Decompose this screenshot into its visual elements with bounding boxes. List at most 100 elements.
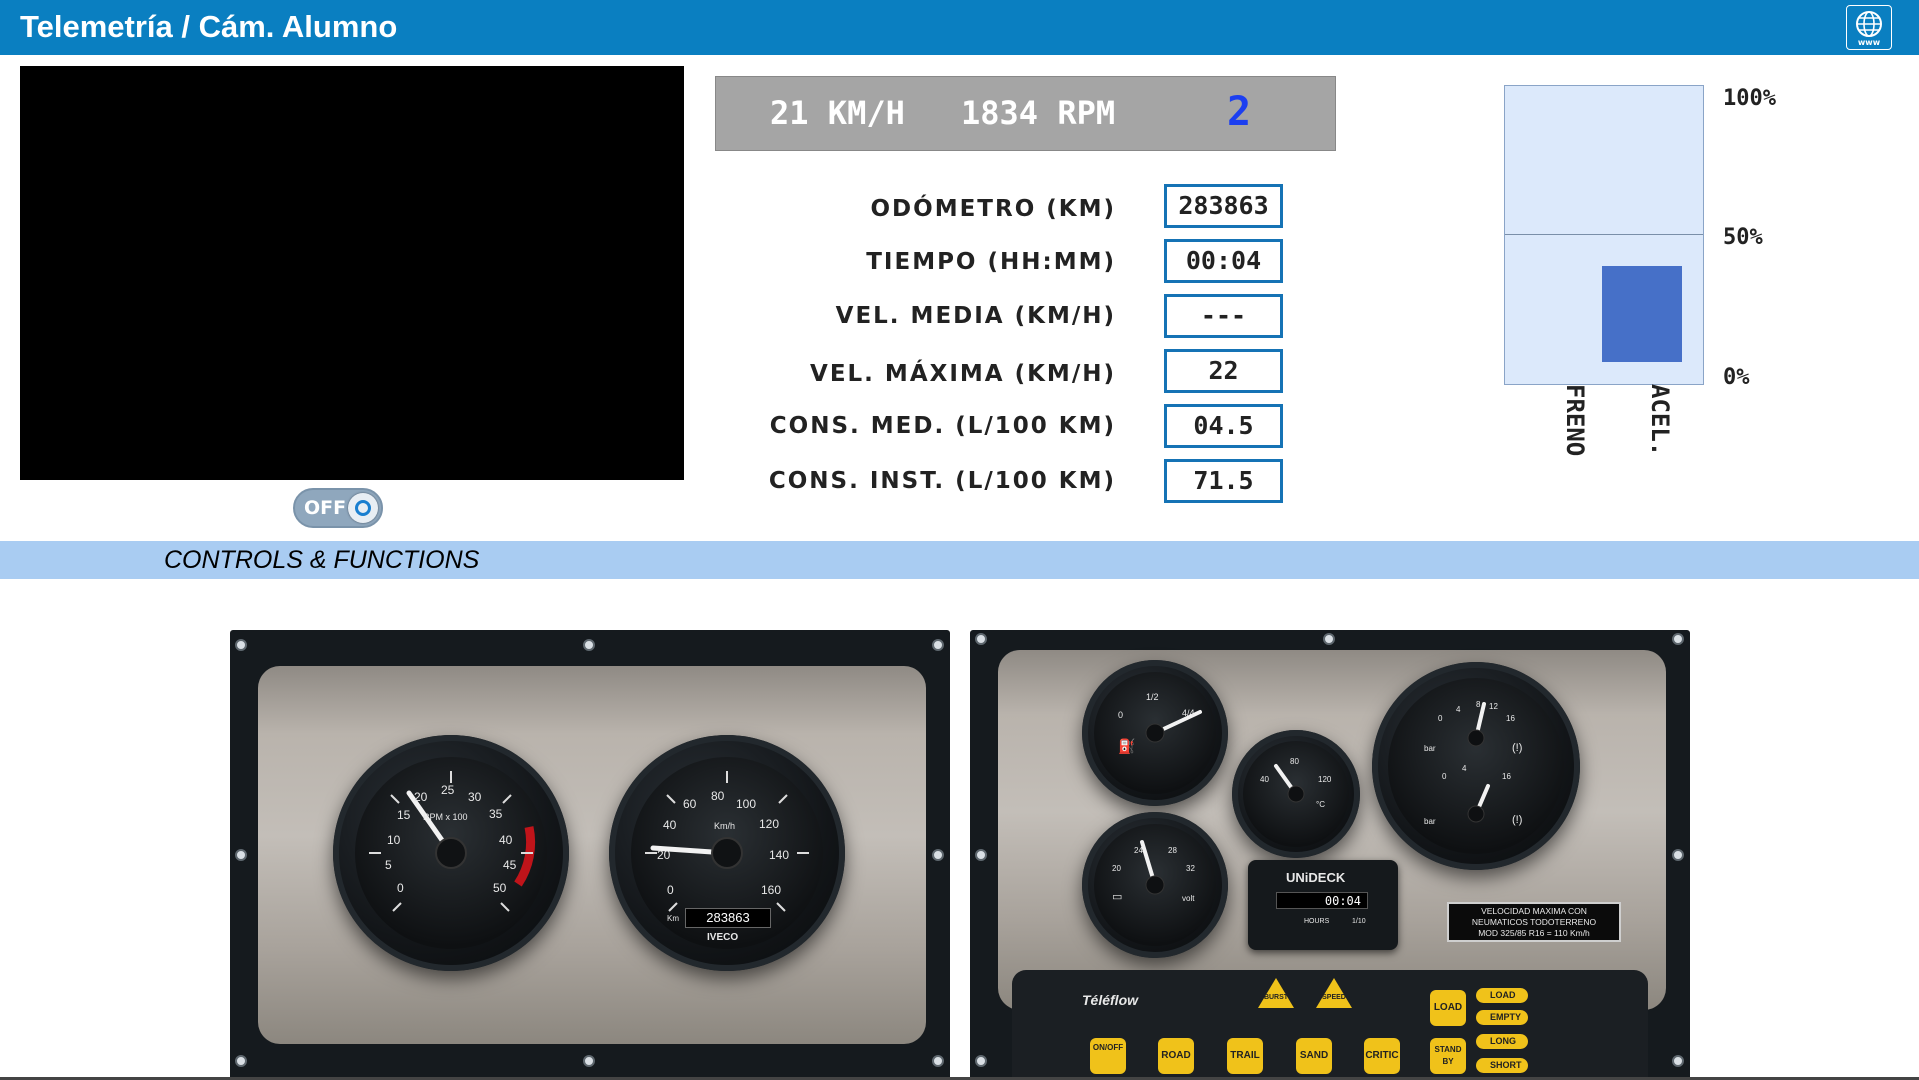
screw-icon: [932, 849, 944, 861]
stat-value-avg-speed: ---: [1164, 294, 1283, 338]
road-button[interactable]: ROAD: [1158, 1038, 1194, 1074]
volt-tick-28: 28: [1168, 846, 1177, 855]
speedo-tick-40: 40: [663, 818, 677, 832]
acel-bar: [1602, 265, 1682, 362]
tach-tick-10: 10: [387, 833, 401, 847]
teleflow-controls: Téléflow BURST SPEED ON/OFF ROAD TRAIL S…: [1012, 970, 1648, 1080]
speedo-tick-120: 120: [759, 817, 780, 831]
tach-tick-35: 35: [489, 807, 503, 821]
speed-warning-icon: SPEED: [1316, 978, 1352, 1008]
globe-icon: [1856, 11, 1882, 37]
stat-value-odometer: 283863: [1164, 184, 1283, 228]
volt-unit: volt: [1182, 894, 1195, 903]
hour-meter-display: 00:04: [1276, 892, 1368, 909]
gear-readout: 2: [1227, 89, 1252, 135]
tach-tick-45: 45: [503, 858, 517, 872]
screw-icon: [975, 633, 987, 645]
temp-unit: °C: [1316, 800, 1325, 809]
teleflow-logo: Téléflow: [1082, 992, 1139, 1008]
web-button[interactable]: www: [1846, 5, 1892, 50]
speedo-tick-100: 100: [736, 797, 757, 811]
load-button[interactable]: LOAD: [1430, 990, 1466, 1026]
unideck-logo: UNiDECK: [1286, 870, 1346, 885]
screw-icon: [235, 849, 247, 861]
rpm-readout: 1834 RPM: [961, 94, 1116, 132]
controls-section-header: CONTROLS & FUNCTIONS: [0, 541, 1919, 579]
freno-label: FRENO: [1561, 384, 1589, 457]
stat-label-inst-consumption: CONS. INST. (L/100 KM): [768, 468, 1116, 494]
web-label: www: [1857, 38, 1881, 47]
stat-label-avg-consumption: CONS. MED. (L/100 KM): [769, 413, 1116, 439]
stat-label-max-speed: VEL. MÁXIMA (KM/H): [810, 361, 1116, 387]
speedo-tick-20: 20: [657, 848, 671, 862]
screw-icon: [583, 639, 595, 651]
tach-tick-0: 0: [397, 881, 404, 895]
volt-tick-20: 20: [1112, 864, 1121, 873]
burst-warning-icon: BURST: [1258, 978, 1294, 1008]
speed-warning-label: SPEED: [1322, 994, 1346, 1001]
tach-tick-20: 20: [414, 790, 428, 804]
battery-icon: ▭: [1112, 891, 1123, 903]
screw-icon: [1672, 849, 1684, 861]
speedo-tick-60: 60: [683, 797, 697, 811]
tach-tick-5: 5: [385, 858, 392, 872]
tach-tick-15: 15: [397, 808, 411, 822]
temp-tick-40: 40: [1260, 775, 1269, 784]
brake-warning-icon: (!): [1512, 742, 1523, 754]
screw-icon: [932, 1055, 944, 1067]
pressure-tick-4-lower: 4: [1462, 764, 1467, 773]
volt-tick-32: 32: [1186, 864, 1195, 873]
short-indicator: SHORT: [1476, 1058, 1528, 1073]
speed-readout: 21 KM/H: [770, 94, 905, 132]
screw-icon: [235, 639, 247, 651]
speedometer-gauge: 0 20 40 60 80 100 120 140 160 Km/h Km 28…: [609, 735, 845, 971]
speed-rpm-bar: 21 KM/H 1834 RPM 2: [715, 76, 1336, 151]
critic-button[interactable]: CRITIC: [1364, 1038, 1400, 1074]
main-dashboard-panel: 0 5 10 15 20 25 30 35 40 45 50 RPM x 100: [230, 630, 950, 1080]
iveco-logo: IVECO: [707, 932, 739, 943]
pressure-tick-8: 8: [1476, 700, 1481, 709]
stat-label-time: TIEMPO (HH:MM): [866, 249, 1116, 275]
camera-view: [20, 66, 684, 480]
speedo-tick-140: 140: [769, 848, 790, 862]
camera-toggle[interactable]: OFF: [293, 488, 383, 528]
trail-button[interactable]: TRAIL: [1227, 1038, 1263, 1074]
on-off-button[interactable]: ON/OFF: [1090, 1038, 1126, 1074]
screw-icon: [975, 849, 987, 861]
fuel-pump-icon: ⛽: [1118, 738, 1136, 754]
stat-value-time: 00:04: [1164, 239, 1283, 283]
hours-scale: 1/10: [1352, 918, 1366, 925]
tach-tick-40: 40: [499, 833, 513, 847]
fuel-tick-half: 1/2: [1146, 692, 1159, 702]
tach-tick-25: 25: [441, 783, 455, 797]
speedo-tick-80: 80: [711, 789, 725, 803]
pressure-gauge: 4 8 12 16 0 0 4 16 bar bar (!) (!): [1372, 662, 1580, 870]
pedal-tick-100: 100%: [1723, 86, 1776, 111]
stand-by-button[interactable]: STAND BY: [1430, 1038, 1466, 1074]
top-bar: Telemetría / Cám. Alumno www: [0, 0, 1919, 55]
screw-icon: [975, 1055, 987, 1067]
pedal-chart: [1504, 85, 1704, 385]
pressure-tick-16: 16: [1506, 714, 1515, 723]
fuel-tick-full: 4/4: [1182, 708, 1195, 718]
pressure-unit-lower: bar: [1424, 817, 1436, 826]
stat-value-inst-consumption: 71.5: [1164, 459, 1283, 503]
stat-label-avg-speed: VEL. MEDIA (KM/H): [835, 303, 1116, 329]
plate-line-1: VELOCIDAD MAXIMA CON: [1481, 906, 1587, 916]
plate-line-2: NEUMATICOS TODOTERRENO: [1471, 917, 1597, 927]
screw-icon: [235, 1055, 247, 1067]
fuel-gauge: 0 1/2 4/4 ⛽: [1082, 660, 1228, 806]
brake-warning-icon-lower: (!): [1512, 814, 1523, 826]
tach-unit: RPM x 100: [423, 812, 468, 822]
speedo-tick-160: 160: [761, 883, 782, 897]
pressure-needles: [1467, 702, 1490, 823]
pressure-tick-4: 4: [1456, 705, 1461, 714]
temperature-needle: [1274, 764, 1305, 803]
sand-button[interactable]: SAND: [1296, 1038, 1332, 1074]
stat-value-avg-consumption: 04.5: [1164, 404, 1283, 448]
pressure-tick-16-lower: 16: [1502, 772, 1511, 781]
pedal-tick-50: 50%: [1723, 225, 1763, 250]
stat-value-max-speed: 22: [1164, 349, 1283, 393]
screw-icon: [932, 639, 944, 651]
page-title: Telemetría / Cám. Alumno: [20, 9, 398, 44]
